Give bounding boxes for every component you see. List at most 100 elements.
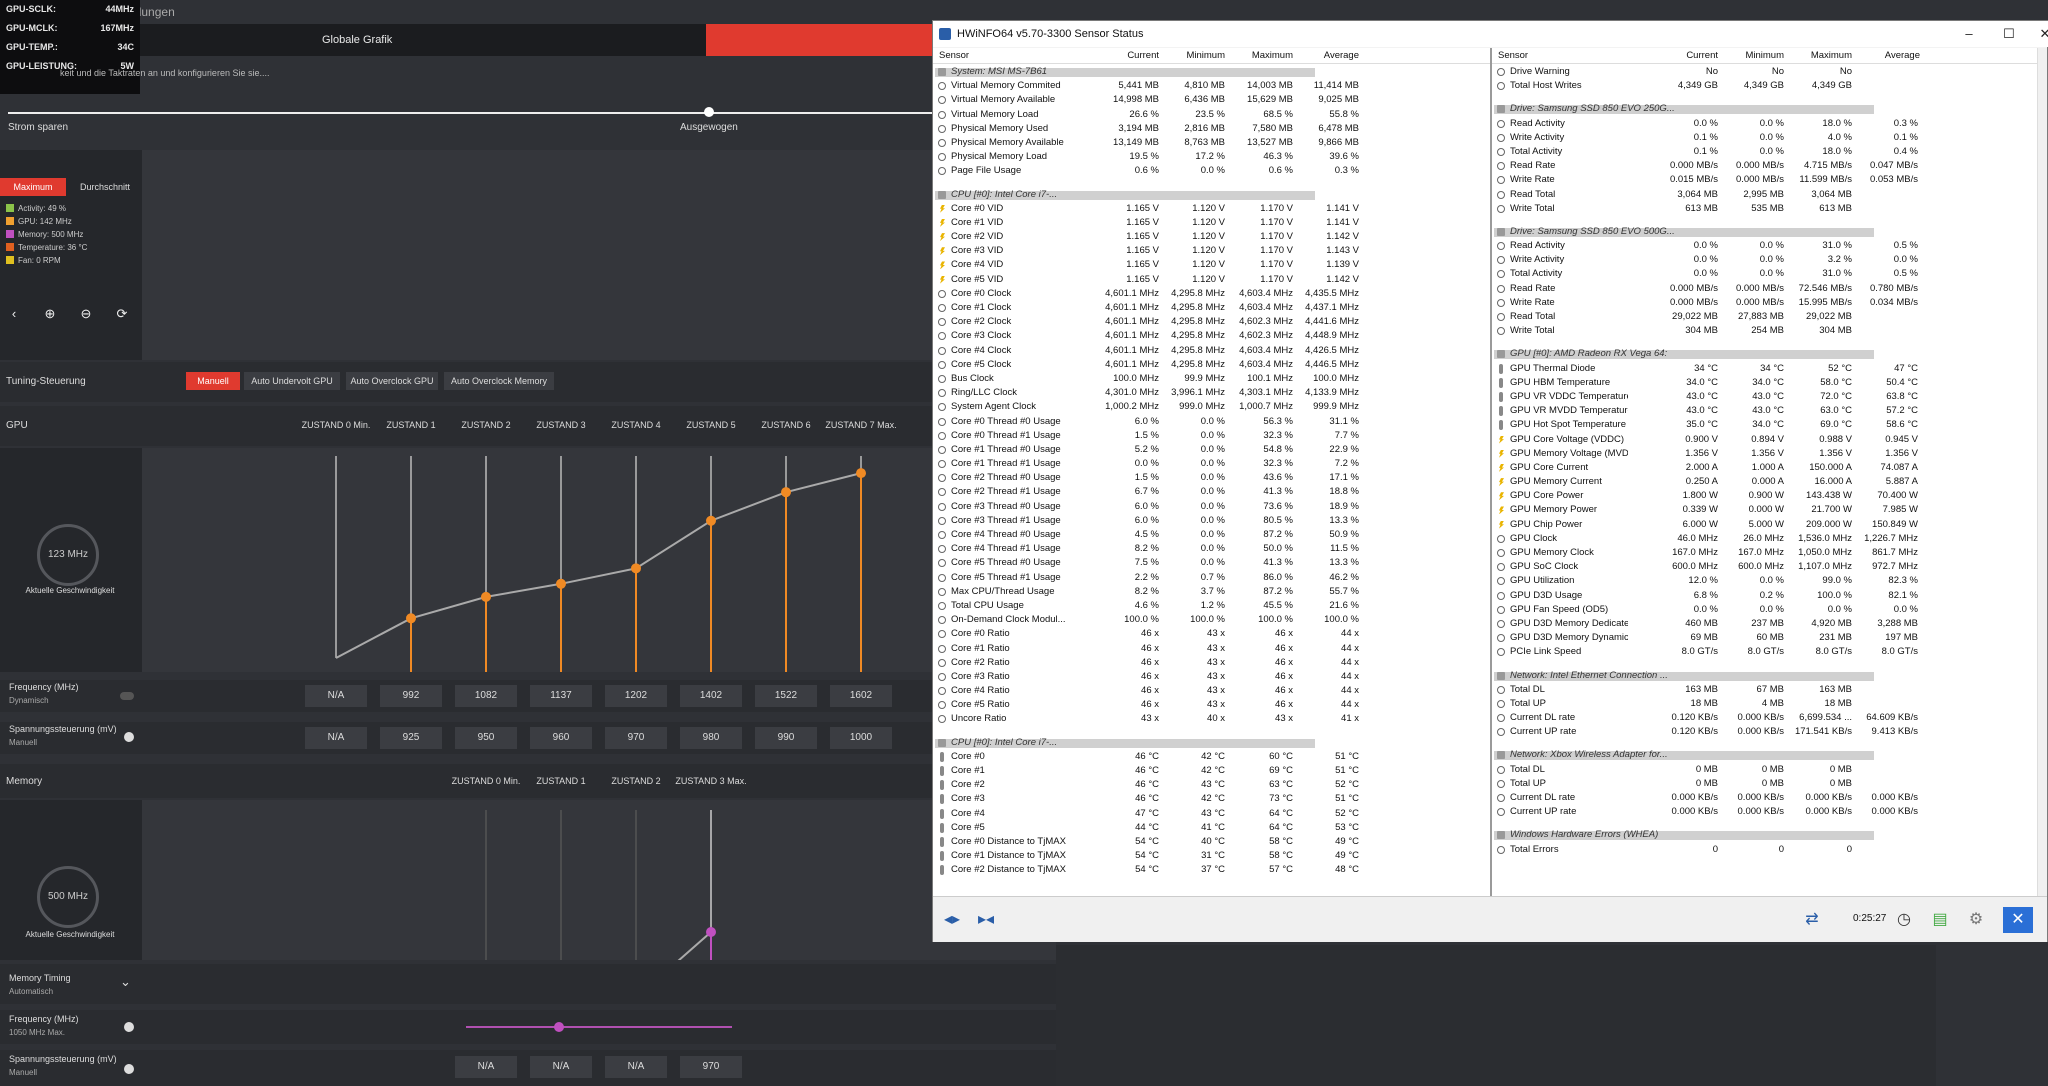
- sensor-row[interactable]: Core #3 Ratio 46 x 43 x 46 x 44 x: [933, 670, 1490, 684]
- frequency-cell[interactable]: N/A: [305, 685, 367, 707]
- sensor-row[interactable]: Write Rate 0.000 MB/s 0.000 MB/s 15.995 MB/…: [1492, 296, 2037, 310]
- sensor-row[interactable]: GPU Memory Voltage (MVDDC) 1.356 V 1.356 V…: [1492, 447, 2037, 461]
- memory-slider-handle[interactable]: [554, 1022, 564, 1032]
- memory-voltage-cell[interactable]: 970: [680, 1056, 742, 1078]
- voltage-cell[interactable]: 925: [380, 727, 442, 749]
- legend-checkbox[interactable]: [6, 230, 14, 238]
- sensor-row[interactable]: Core #3 Clock 4,601.1 MHz 4,295.8 MHz 4,602…: [933, 329, 1490, 343]
- sensor-row[interactable]: Total CPU Usage 4.6 % 1.2 % 45.5 % 21.6 %: [933, 599, 1490, 613]
- sensor-row[interactable]: Virtual Memory Commited 5,441 MB 4,810 MB 1…: [933, 79, 1490, 93]
- voltage-cell[interactable]: N/A: [305, 727, 367, 749]
- sensor-row[interactable]: Total DL 0 MB 0 MB 0 MB: [1492, 763, 2037, 777]
- sensor-row[interactable]: Core #5 44 °C 41 °C 64 °C 53 °C: [933, 821, 1490, 835]
- sensor-row[interactable]: Core #3 Thread #0 Usage 6.0 % 0.0 % 73.6 % 1…: [933, 500, 1490, 514]
- sensor-group-header[interactable]: Drive: Samsung SSD 850 EVO 500G...: [1492, 225, 2037, 239]
- chevron-down-icon[interactable]: ⌄: [120, 974, 131, 990]
- sensor-row[interactable]: Current DL rate 0.000 KB/s 0.000 KB/s 0.000…: [1492, 791, 2037, 805]
- col-minimum[interactable]: Minimum: [1161, 48, 1225, 64]
- frequency-cell[interactable]: 1082: [455, 685, 517, 707]
- power-profile-slider[interactable]: [8, 112, 1056, 114]
- sensor-row[interactable]: Core #1 Thread #1 Usage 0.0 % 0.0 % 32.3 % 7…: [933, 457, 1490, 471]
- col-sensor[interactable]: Sensor: [1498, 48, 1528, 64]
- sensor-row[interactable]: GPU D3D Memory Dedicated 460 MB 237 MB 4,92…: [1492, 617, 2037, 631]
- gpu-state-point[interactable]: [556, 578, 566, 589]
- voltage-cell[interactable]: 960: [530, 727, 592, 749]
- col-average[interactable]: Average: [1295, 48, 1359, 64]
- settings-icon[interactable]: ⚙: [1961, 907, 1991, 933]
- voltage-cell[interactable]: 970: [605, 727, 667, 749]
- memory-frequency-toggle[interactable]: [124, 1022, 134, 1032]
- sensor-row[interactable]: Core #2 46 °C 43 °C 63 °C 52 °C: [933, 778, 1490, 792]
- frequency-cell[interactable]: 992: [380, 685, 442, 707]
- memory-state-curve[interactable]: [142, 800, 1056, 999]
- sensor-row[interactable]: Bus Clock 100.0 MHz 99.9 MHz 100.1 MHz 100.0…: [933, 372, 1490, 386]
- col-average[interactable]: Average: [1854, 48, 1920, 64]
- sensor-row[interactable]: Core #0 VID 1.165 V 1.120 V 1.170 V 1.141 V: [933, 202, 1490, 216]
- nav-left-icon[interactable]: ◂▸: [937, 907, 967, 933]
- sensor-row[interactable]: GPU Clock 46.0 MHz 26.0 MHz 1,536.0 MHz 1,22…: [1492, 532, 2037, 546]
- sensor-row[interactable]: Core #3 Thread #1 Usage 6.0 % 0.0 % 80.5 % 1…: [933, 514, 1490, 528]
- legend-item[interactable]: Fan: 0 RPM: [6, 254, 61, 267]
- memory-state-point[interactable]: [706, 927, 716, 937]
- sensor-group-header[interactable]: CPU [#0]: Intel Core i7-...: [933, 188, 1490, 202]
- sensor-row[interactable]: Core #2 VID 1.165 V 1.120 V 1.170 V 1.142 V: [933, 230, 1490, 244]
- frequency-cell[interactable]: 1137: [530, 685, 592, 707]
- col-current[interactable]: Current: [1095, 48, 1159, 64]
- frequency-cell[interactable]: 1202: [605, 685, 667, 707]
- sensor-row[interactable]: Core #2 Clock 4,601.1 MHz 4,295.8 MHz 4,602…: [933, 315, 1490, 329]
- sensor-row[interactable]: Core #3 46 °C 42 °C 73 °C 51 °C: [933, 792, 1490, 806]
- sensor-row[interactable]: Read Rate 0.000 MB/s 0.000 MB/s 72.546 MB/s…: [1492, 282, 2037, 296]
- legend-checkbox[interactable]: [6, 217, 14, 225]
- sensor-row[interactable]: Core #0 46 °C 42 °C 60 °C 51 °C: [933, 750, 1490, 764]
- sensor-row[interactable]: Read Total 29,022 MB 27,883 MB 29,022 MB: [1492, 310, 2037, 324]
- sensor-row[interactable]: GPU SoC Clock 600.0 MHz 600.0 MHz 1,107.0 M…: [1492, 560, 2037, 574]
- left-sensor-pane[interactable]: Sensor Current Minimum Maximum Average S…: [933, 48, 1490, 896]
- voltage-cell[interactable]: 950: [455, 727, 517, 749]
- sensor-row[interactable]: Current UP rate 0.120 KB/s 0.000 KB/s 171.5…: [1492, 725, 2037, 739]
- memory-voltage-cell[interactable]: N/A: [605, 1056, 667, 1078]
- gpu-state-point[interactable]: [781, 487, 791, 498]
- sensor-row[interactable]: Core #3 VID 1.165 V 1.120 V 1.170 V 1.143 V: [933, 244, 1490, 258]
- back-icon[interactable]: ‹: [0, 304, 28, 324]
- sensor-row[interactable]: Core #0 Ratio 46 x 43 x 46 x 44 x: [933, 627, 1490, 641]
- sensor-row[interactable]: Core #1 Clock 4,601.1 MHz 4,295.8 MHz 4,603…: [933, 301, 1490, 315]
- voltage-cell[interactable]: 980: [680, 727, 742, 749]
- gpu-state-curve[interactable]: [142, 448, 1056, 672]
- sensor-row[interactable]: Core #4 VID 1.165 V 1.120 V 1.170 V 1.139 V: [933, 258, 1490, 272]
- voltage-toggle[interactable]: [124, 732, 134, 742]
- sensor-row[interactable]: Current UP rate 0.000 KB/s 0.000 KB/s 0.000…: [1492, 805, 2037, 819]
- sensor-row[interactable]: GPU Fan Speed (OD5) 0.0 % 0.0 % 0.0 % 0.0 %: [1492, 603, 2037, 617]
- sensor-row[interactable]: Total Host Writes 4,349 GB 4,349 GB 4,349 G…: [1492, 79, 2037, 93]
- gpu-state-point[interactable]: [706, 515, 716, 526]
- sensor-row[interactable]: GPU Core Current 2.000 A 1.000 A 150.000 A 7…: [1492, 461, 2037, 475]
- reset-zoom-icon[interactable]: ⟳: [108, 304, 136, 324]
- sensor-row[interactable]: Core #2 Thread #1 Usage 6.7 % 0.0 % 41.3 % 1…: [933, 485, 1490, 499]
- frequency-toggle[interactable]: [120, 692, 134, 700]
- graph-tab-average[interactable]: Durchschnitt: [70, 178, 140, 196]
- sensor-row[interactable]: PCIe Link Speed 8.0 GT/s 8.0 GT/s 8.0 GT/s 8…: [1492, 645, 2037, 659]
- sensor-row[interactable]: Write Activity 0.0 % 0.0 % 3.2 % 0.0 %: [1492, 253, 2037, 267]
- legend-item[interactable]: Temperature: 36 °C: [6, 241, 87, 254]
- sensor-row[interactable]: Write Rate 0.015 MB/s 0.000 MB/s 11.599 MB/…: [1492, 173, 2037, 187]
- sensor-row[interactable]: Core #1 Thread #0 Usage 5.2 % 0.0 % 54.8 % 2…: [933, 443, 1490, 457]
- sensor-row[interactable]: GPU VR MVDD Temperature 43.0 °C 43.0 °C 63.…: [1492, 404, 2037, 418]
- col-sensor[interactable]: Sensor: [939, 48, 969, 64]
- memory-voltage-toggle[interactable]: [124, 1064, 134, 1074]
- legend-item[interactable]: Activity: 49 %: [6, 202, 66, 215]
- sensor-row[interactable]: Core #2 Ratio 46 x 43 x 46 x 44 x: [933, 656, 1490, 670]
- nav-right-icon[interactable]: ▸◂: [971, 907, 1001, 933]
- sensor-row[interactable]: Page File Usage 0.6 % 0.0 % 0.6 % 0.3 %: [933, 164, 1490, 178]
- legend-checkbox[interactable]: [6, 243, 14, 251]
- sensor-group-header[interactable]: Network: Xbox Wireless Adapter for...: [1492, 748, 2037, 762]
- sensor-group-header[interactable]: Windows Hardware Errors (WHEA): [1492, 828, 2037, 842]
- sensor-row[interactable]: GPU Memory Power 0.339 W 0.000 W 21.700 W 7.…: [1492, 503, 2037, 517]
- sensor-row[interactable]: Core #0 Distance to TjMAX 54 °C 40 °C 58 °C…: [933, 835, 1490, 849]
- sensor-row[interactable]: Ring/LLC Clock 4,301.0 MHz 3,996.1 MHz 4,30…: [933, 386, 1490, 400]
- sensor-row[interactable]: GPU Core Power 1.800 W 0.900 W 143.438 W 70.…: [1492, 489, 2037, 503]
- vertical-scrollbar[interactable]: [2037, 48, 2047, 896]
- sensor-row[interactable]: Core #4 Clock 4,601.1 MHz 4,295.8 MHz 4,603…: [933, 344, 1490, 358]
- sensor-group-header[interactable]: GPU [#0]: AMD Radeon RX Vega 64:: [1492, 347, 2037, 361]
- sensor-row[interactable]: Total Activity 0.0 % 0.0 % 31.0 % 0.5 %: [1492, 267, 2037, 281]
- sensor-row[interactable]: Core #1 Distance to TjMAX 54 °C 31 °C 58 °C…: [933, 849, 1490, 863]
- graph-tab-maximum[interactable]: Maximum: [0, 178, 66, 196]
